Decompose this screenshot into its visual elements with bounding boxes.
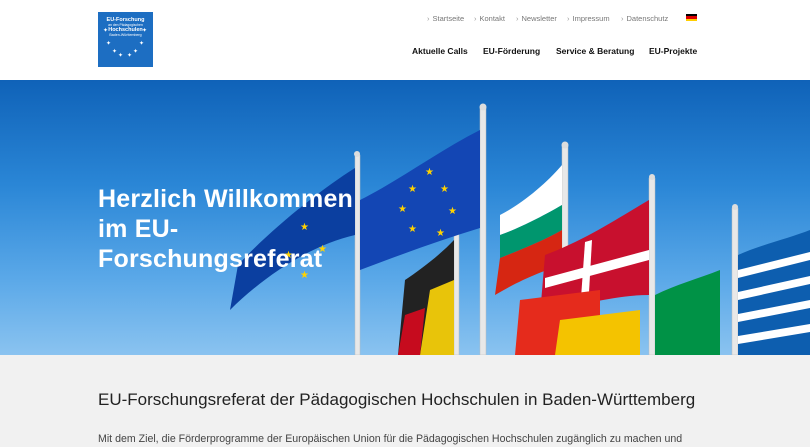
utility-link-impressum[interactable]: › Impressum	[567, 14, 610, 23]
utility-link-startseite[interactable]: › Startseite	[427, 14, 464, 23]
utility-link-kontakt[interactable]: › Kontakt	[474, 14, 505, 23]
hero-title-line-3: Forschungsreferat	[98, 245, 323, 273]
intro-section: EU-Forschungsreferat der Pädagogischen H…	[0, 355, 810, 447]
main-nav: Aktuelle Calls EU-Förderung Service & Be…	[0, 46, 810, 58]
site-header: EU-Forschung an den Pädagogischen Hochsc…	[0, 0, 810, 80]
hero-title: Herzlich Willkommen im EU- Forschungsref…	[98, 184, 418, 274]
nav-item-aktuelle-calls[interactable]: Aktuelle Calls	[412, 46, 468, 56]
intro-paragraph: Mit dem Ziel, die Förderprogramme der Eu…	[98, 433, 683, 445]
nav-item-eu-projekte[interactable]: EU-Projekte	[649, 46, 697, 56]
svg-text:★: ★	[425, 167, 434, 178]
nav-item-service-beratung[interactable]: Service & Beratung	[556, 46, 634, 56]
utility-link-datenschutz[interactable]: › Datenschutz	[621, 14, 668, 23]
svg-text:★: ★	[448, 206, 457, 217]
chevron-right-icon: ›	[567, 14, 570, 23]
star-icon: ✦	[103, 28, 109, 34]
chevron-right-icon: ›	[474, 14, 477, 23]
chevron-right-icon: ›	[621, 14, 624, 23]
section-heading: EU-Forschungsreferat der Pädagogischen H…	[98, 390, 696, 409]
chevron-right-icon: ›	[427, 14, 430, 23]
hero-banner: ★ ★ ★ ★ ★ ★ ★ ★ ★ ★ ★ Herzlich Willkommen	[0, 80, 810, 355]
german-flag-icon[interactable]	[686, 14, 697, 21]
hero-title-line-2: im EU-	[98, 215, 179, 243]
star-icon: ✦	[142, 28, 148, 34]
hero-title-line-1: Herzlich Willkommen	[98, 185, 354, 213]
svg-text:★: ★	[440, 184, 449, 195]
chevron-right-icon: ›	[516, 14, 519, 23]
utility-link-newsletter[interactable]: › Newsletter	[516, 14, 557, 23]
svg-text:★: ★	[436, 228, 445, 239]
nav-item-eu-foerderung[interactable]: EU-Förderung	[483, 46, 540, 56]
